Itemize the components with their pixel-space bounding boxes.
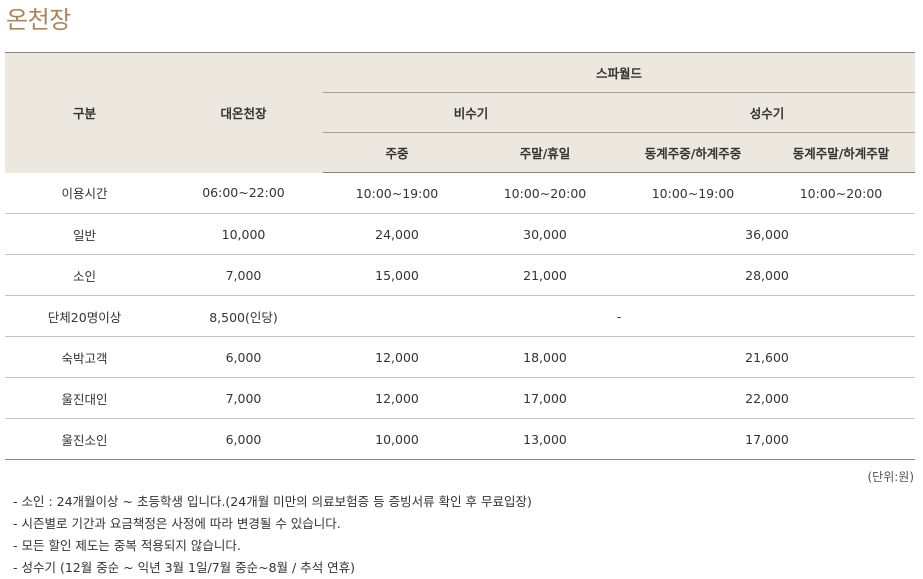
row-label: 울진소인 <box>5 418 164 460</box>
cell-off-weekend: 21,000 <box>471 254 619 296</box>
table-row: 숙박고객 6,000 12,000 18,000 21,600 <box>5 336 916 378</box>
notes-list: - 소인 : 24개월이상 ~ 초등학생 입니다.(24개월 미만의 의료보험증… <box>13 491 532 579</box>
table-row: 소인 7,000 15,000 21,000 28,000 <box>5 254 916 296</box>
header-weekend-holiday: 주말/휴일 <box>471 132 619 173</box>
cell-off-weekday: 24,000 <box>323 213 471 255</box>
cell-spaworld: - <box>323 295 916 337</box>
unit-note: (단위:원) <box>867 470 914 484</box>
header-spaworld: 스파월드 <box>323 52 916 93</box>
cell-peak-weekend: 10:00~20:00 <box>767 172 916 214</box>
cell-off-weekend: 13,000 <box>471 418 619 460</box>
cell-off-weekday: 15,000 <box>323 254 471 296</box>
cell-dae: 7,000 <box>164 377 323 419</box>
cell-peak: 17,000 <box>619 418 916 460</box>
cell-peak: 28,000 <box>619 254 916 296</box>
header-peakseason: 성수기 <box>619 92 916 133</box>
cell-dae: 7,000 <box>164 254 323 296</box>
table-row: 단체20명이상 8,500(인당) - <box>5 295 916 337</box>
cell-dae: 06:00~22:00 <box>164 172 323 214</box>
cell-peak: 22,000 <box>619 377 916 419</box>
cell-dae: 10,000 <box>164 213 323 255</box>
cell-off-weekend: 10:00~20:00 <box>471 172 619 214</box>
cell-dae: 8,500(인당) <box>164 295 323 337</box>
cell-off-weekend: 18,000 <box>471 336 619 378</box>
row-label: 소인 <box>5 254 164 296</box>
header-weekday: 주중 <box>323 132 471 173</box>
cell-peak-weekday: 10:00~19:00 <box>619 172 767 214</box>
price-table: 구분 대온천장 스파월드 비수기 성수기 주중 주말/휴일 동계주중/하계주중 … <box>5 52 916 460</box>
header-daeoncheonjang: 대온천장 <box>164 52 323 173</box>
table-row: 울진대인 7,000 12,000 17,000 22,000 <box>5 377 916 419</box>
cell-dae: 6,000 <box>164 418 323 460</box>
note-item: - 모든 할인 제도는 중복 적용되지 않습니다. <box>13 538 241 553</box>
header-category: 구분 <box>5 52 164 173</box>
row-label: 숙박고객 <box>5 336 164 378</box>
row-label: 울진대인 <box>5 377 164 419</box>
note-item: - 성수기 (12월 중순 ~ 익년 3월 1일/7월 중순~8월 / 추석 연… <box>13 560 356 575</box>
row-label: 일반 <box>5 213 164 255</box>
cell-off-weekday: 12,000 <box>323 336 471 378</box>
cell-peak: 36,000 <box>619 213 916 255</box>
cell-off-weekend: 17,000 <box>471 377 619 419</box>
table-row: 울진소인 6,000 10,000 13,000 17,000 <box>5 418 916 460</box>
cell-off-weekend: 30,000 <box>471 213 619 255</box>
note-item: - 소인 : 24개월이상 ~ 초등학생 입니다.(24개월 미만의 의료보험증… <box>13 494 532 509</box>
header-peak-weekday: 동계주중/하계주중 <box>619 132 767 173</box>
table-row: 이용시간 06:00~22:00 10:00~19:00 10:00~20:00… <box>5 172 916 214</box>
page-title: 온천장 <box>6 6 71 34</box>
row-label: 이용시간 <box>5 172 164 214</box>
cell-dae: 6,000 <box>164 336 323 378</box>
row-label: 단체20명이상 <box>5 295 164 337</box>
cell-off-weekday: 12,000 <box>323 377 471 419</box>
table-row: 일반 10,000 24,000 30,000 36,000 <box>5 213 916 255</box>
cell-off-weekday: 10,000 <box>323 418 471 460</box>
header-offseason: 비수기 <box>323 92 619 133</box>
note-item: - 시즌별로 기간과 요금책정은 사정에 따라 변경될 수 있습니다. <box>13 516 341 531</box>
header-peak-weekend: 동계주말/하계주말 <box>767 132 916 173</box>
cell-off-weekday: 10:00~19:00 <box>323 172 471 214</box>
cell-peak: 21,600 <box>619 336 916 378</box>
